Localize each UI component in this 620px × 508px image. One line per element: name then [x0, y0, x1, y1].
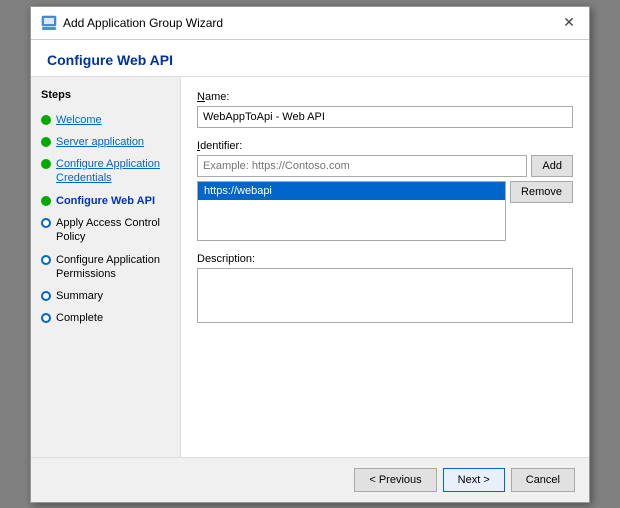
step-label-permissions: Configure Application Permissions	[56, 253, 170, 282]
name-input[interactable]	[197, 106, 573, 128]
step-label-server[interactable]: Server application	[56, 135, 144, 149]
identifier-row: Add	[197, 155, 573, 177]
list-with-buttons: https://webapi Remove	[197, 181, 573, 241]
step-complete: Complete	[41, 309, 170, 327]
step-dot-credentials	[41, 159, 51, 169]
content-area: Steps Welcome Server application Configu…	[31, 77, 589, 457]
step-server-application[interactable]: Server application	[41, 133, 170, 151]
previous-button[interactable]: < Previous	[354, 468, 436, 492]
step-label-summary: Summary	[56, 289, 103, 303]
title-bar: Add Application Group Wizard ✕	[31, 7, 589, 40]
step-label-webapi: Configure Web API	[56, 194, 155, 208]
step-dot-welcome	[41, 115, 51, 125]
step-label-access: Apply Access Control Policy	[56, 216, 170, 245]
description-input[interactable]	[197, 268, 573, 323]
step-app-permissions: Configure Application Permissions	[41, 251, 170, 284]
step-dot-webapi	[41, 196, 51, 206]
step-dot-permissions	[41, 255, 51, 265]
dialog-title: Add Application Group Wizard	[63, 16, 223, 30]
remove-button[interactable]: Remove	[510, 181, 573, 203]
step-summary: Summary	[41, 287, 170, 305]
main-panel: Name: Identifier: Add https://webapi	[181, 77, 589, 457]
identifier-input[interactable]	[197, 155, 527, 177]
steps-panel: Steps Welcome Server application Configu…	[31, 77, 181, 457]
close-button[interactable]: ✕	[559, 13, 579, 33]
step-dot-summary	[41, 291, 51, 301]
step-configure-credentials[interactable]: Configure Application Credentials	[41, 155, 170, 188]
step-dot-server	[41, 137, 51, 147]
identifier-label: Identifier:	[197, 140, 573, 152]
step-label-credentials[interactable]: Configure Application Credentials	[56, 157, 170, 186]
page-title: Configure Web API	[31, 40, 589, 77]
description-label: Description:	[197, 253, 573, 265]
step-label-complete: Complete	[56, 311, 103, 325]
steps-title: Steps	[41, 89, 170, 101]
identifier-list: https://webapi	[197, 181, 506, 241]
step-dot-access	[41, 218, 51, 228]
identifier-section: Identifier: Add https://webapi Remove	[197, 140, 573, 241]
wizard-icon	[41, 15, 57, 31]
step-access-control: Apply Access Control Policy	[41, 214, 170, 247]
list-buttons: Remove	[510, 181, 573, 203]
footer: < Previous Next > Cancel	[31, 457, 589, 502]
next-button[interactable]: Next >	[443, 468, 505, 492]
step-configure-web-api: Configure Web API	[41, 192, 170, 210]
add-button[interactable]: Add	[531, 155, 573, 177]
step-dot-complete	[41, 313, 51, 323]
name-group: Name:	[197, 91, 573, 128]
step-label-welcome[interactable]: Welcome	[56, 113, 102, 127]
description-group: Description:	[197, 253, 573, 326]
name-label: Name:	[197, 91, 573, 103]
dialog: Add Application Group Wizard ✕ Configure…	[30, 6, 590, 503]
cancel-button[interactable]: Cancel	[511, 468, 575, 492]
title-bar-left: Add Application Group Wizard	[41, 15, 223, 31]
step-welcome[interactable]: Welcome	[41, 111, 170, 129]
identifier-list-area: https://webapi	[197, 181, 506, 241]
identifier-item[interactable]: https://webapi	[198, 182, 505, 200]
